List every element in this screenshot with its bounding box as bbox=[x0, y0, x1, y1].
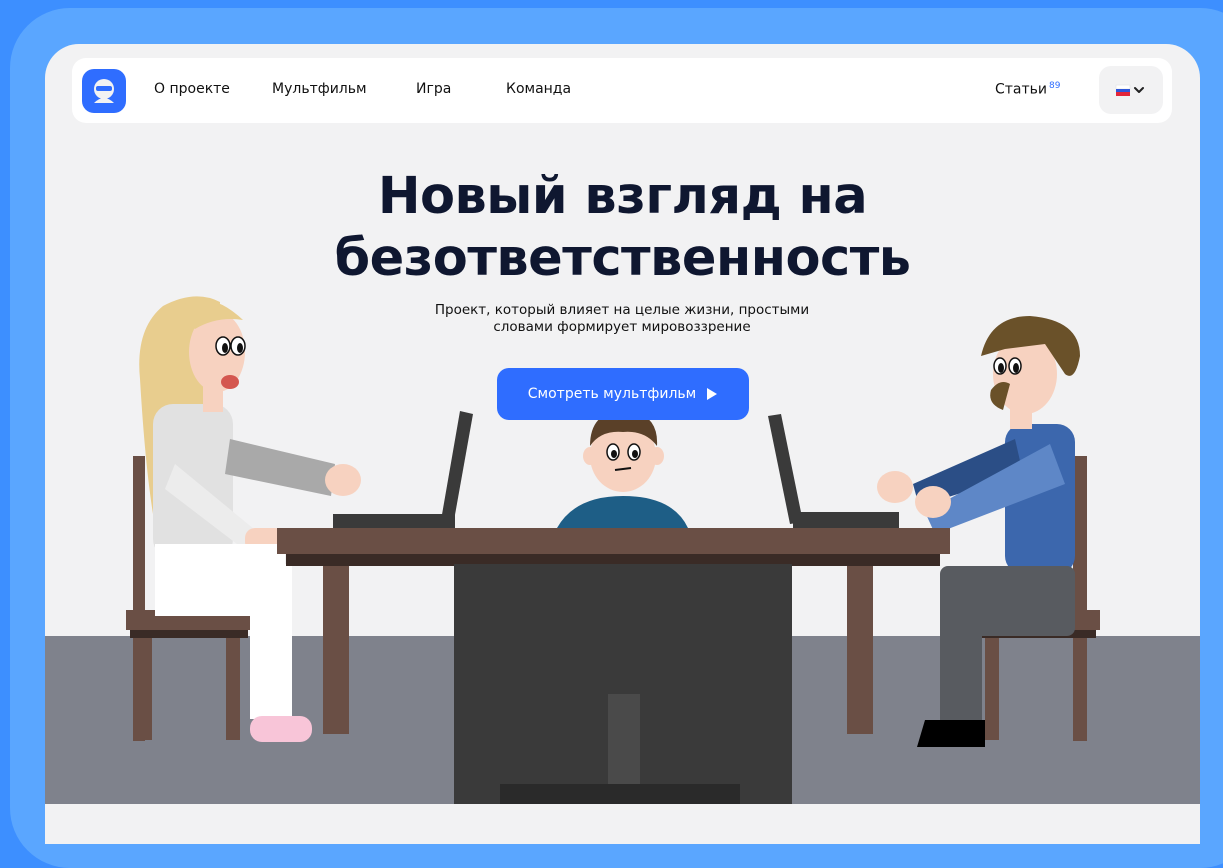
play-icon bbox=[707, 388, 718, 400]
hero-title: Новый взгляд на безответственность bbox=[45, 166, 1200, 290]
top-navbar: О проекте Мультфильм Игра Команда Статьи… bbox=[72, 58, 1172, 123]
hero-subtitle: Проект, который влияет на целые жизни, п… bbox=[434, 302, 810, 335]
watch-cartoon-button[interactable]: Смотреть мультфильм bbox=[497, 368, 749, 420]
nav-link-articles[interactable]: Статьи 89 bbox=[995, 81, 1060, 98]
watch-cartoon-label: Смотреть мультфильм bbox=[527, 386, 697, 402]
nav-link-game[interactable]: Игра bbox=[416, 81, 451, 97]
right-laptop bbox=[768, 414, 899, 528]
family-illustration bbox=[45, 296, 1200, 804]
logo-icon[interactable] bbox=[82, 69, 126, 113]
landing-page: О проекте Мультфильм Игра Команда Статьи… bbox=[45, 44, 1200, 844]
nav-link-cartoon[interactable]: Мультфильм bbox=[272, 81, 367, 97]
russia-flag-icon bbox=[1115, 84, 1131, 96]
nav-link-about[interactable]: О проекте bbox=[154, 81, 230, 97]
nav-link-team[interactable]: Команда bbox=[506, 81, 571, 97]
child-figure bbox=[557, 410, 688, 528]
articles-count-badge: 89 bbox=[1049, 81, 1061, 91]
chevron-down-icon bbox=[1134, 87, 1144, 93]
hero-title-line-2: безответственность bbox=[334, 229, 911, 288]
hero-title-line-1: Новый взгляд на bbox=[377, 167, 868, 226]
language-selector[interactable] bbox=[1099, 66, 1163, 114]
articles-label: Статьи bbox=[995, 81, 1048, 98]
